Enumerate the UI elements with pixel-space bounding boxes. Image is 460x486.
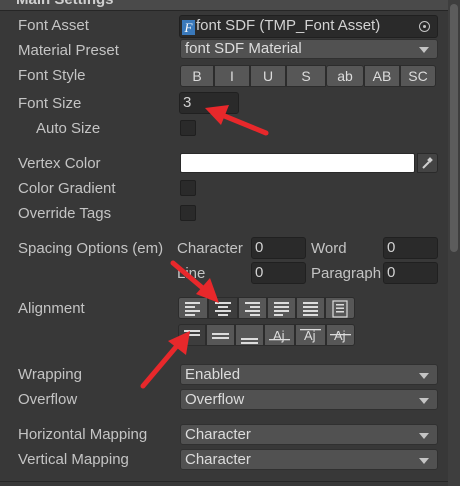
material-preset-label: Material Preset [18, 42, 119, 59]
font-style-label: Font Style [18, 67, 86, 84]
section-title: Main Settings [16, 0, 114, 8]
vertical-mapping-value: Character [185, 451, 251, 468]
align-capline-button[interactable]: Aj [326, 324, 355, 346]
align-midline-button[interactable]: Aj [295, 324, 326, 346]
align-bottom-icon [241, 338, 258, 344]
align-capline-icon: Aj [330, 328, 351, 343]
chevron-down-icon [419, 398, 429, 404]
scrollbar-thumb[interactable] [450, 4, 458, 252]
chevron-down-icon [419, 373, 429, 379]
align-right-button[interactable] [238, 297, 267, 319]
align-justified-icon [274, 302, 289, 316]
align-flush-button[interactable] [296, 297, 325, 319]
vertical-mapping-dropdown[interactable]: Character [180, 449, 438, 470]
align-left-icon [185, 302, 200, 316]
auto-size-label: Auto Size [36, 120, 101, 137]
vertical-mapping-label: Vertical Mapping [18, 451, 129, 468]
character-spacing-input[interactable]: 0 [251, 237, 306, 259]
material-preset-dropdown[interactable]: font SDF Material [180, 39, 438, 59]
paragraph-spacing-label: Paragraph [311, 265, 381, 282]
align-top-button[interactable] [178, 324, 206, 346]
word-spacing-input[interactable]: 0 [383, 237, 438, 259]
eyedropper-icon[interactable] [417, 153, 438, 173]
align-right-icon [245, 302, 260, 316]
align-midline-icon: Aj [300, 328, 321, 343]
align-middle-button[interactable] [206, 324, 235, 346]
vertex-color-label: Vertex Color [18, 155, 101, 172]
chevron-down-icon [419, 458, 429, 464]
override-tags-checkbox[interactable] [180, 205, 196, 221]
strikethrough-button[interactable]: S [286, 65, 326, 87]
override-tags-label: Override Tags [18, 205, 112, 222]
paragraph-spacing-input[interactable]: 0 [383, 262, 438, 284]
svg-text:Aj: Aj [334, 328, 346, 343]
svg-text:Aj: Aj [273, 328, 285, 343]
overflow-label: Overflow [18, 391, 78, 408]
wrapping-label: Wrapping [18, 366, 82, 383]
line-spacing-label: Line [177, 265, 206, 282]
smallcaps-button[interactable]: SC [400, 65, 436, 87]
chevron-down-icon [419, 433, 429, 439]
align-middle-icon [212, 333, 229, 339]
line-spacing-input[interactable]: 0 [251, 262, 306, 284]
font-asset-type-icon: F [182, 20, 195, 35]
object-picker-icon[interactable] [419, 21, 430, 32]
font-size-input[interactable]: 3 [179, 92, 239, 114]
chevron-down-icon [419, 47, 429, 53]
font-size-label: Font Size [18, 95, 82, 112]
align-center-icon [215, 302, 231, 316]
bold-button[interactable]: B [180, 65, 214, 87]
italic-button[interactable]: I [214, 65, 250, 87]
section-header[interactable]: Main Settings [0, 0, 448, 11]
lowercase-button[interactable]: ab [326, 65, 364, 87]
align-top-icon [184, 330, 200, 336]
font-asset-value: font SDF (TMP_Font Asset) [196, 17, 381, 34]
align-center-button[interactable] [208, 297, 238, 319]
align-baseline-icon: Aj [269, 328, 290, 343]
align-geometry-center-button[interactable] [325, 297, 355, 319]
alignment-label: Alignment [18, 300, 85, 317]
font-asset-label: Font Asset [18, 17, 89, 34]
wrapping-value: Enabled [185, 366, 241, 383]
color-gradient-label: Color Gradient [18, 180, 116, 197]
align-baseline-button[interactable]: Aj [264, 324, 295, 346]
spacing-options-label: Spacing Options (em) [18, 240, 164, 257]
align-bottom-button[interactable] [235, 324, 264, 346]
font-asset-field[interactable]: Ffont SDF (TMP_Font Asset) [179, 15, 438, 38]
align-geometry-center-icon [332, 300, 348, 318]
vertex-color-swatch[interactable] [180, 153, 415, 173]
align-flush-icon [303, 302, 318, 316]
material-preset-value: font SDF Material [185, 40, 302, 57]
horizontal-mapping-dropdown[interactable]: Character [180, 424, 438, 445]
word-spacing-label: Word [311, 240, 347, 257]
horizontal-mapping-value: Character [185, 426, 251, 443]
horizontal-mapping-label: Horizontal Mapping [18, 426, 148, 443]
wrapping-dropdown[interactable]: Enabled [180, 364, 438, 385]
section-divider [0, 481, 448, 482]
underline-button[interactable]: U [250, 65, 286, 87]
character-spacing-label: Character [177, 240, 243, 257]
overflow-value: Overflow [185, 391, 245, 408]
auto-size-checkbox[interactable] [180, 120, 196, 136]
color-gradient-checkbox[interactable] [180, 180, 196, 196]
align-justified-button[interactable] [267, 297, 296, 319]
align-left-button[interactable] [178, 297, 208, 319]
uppercase-button[interactable]: AB [364, 65, 400, 87]
overflow-dropdown[interactable]: Overflow [180, 389, 438, 410]
